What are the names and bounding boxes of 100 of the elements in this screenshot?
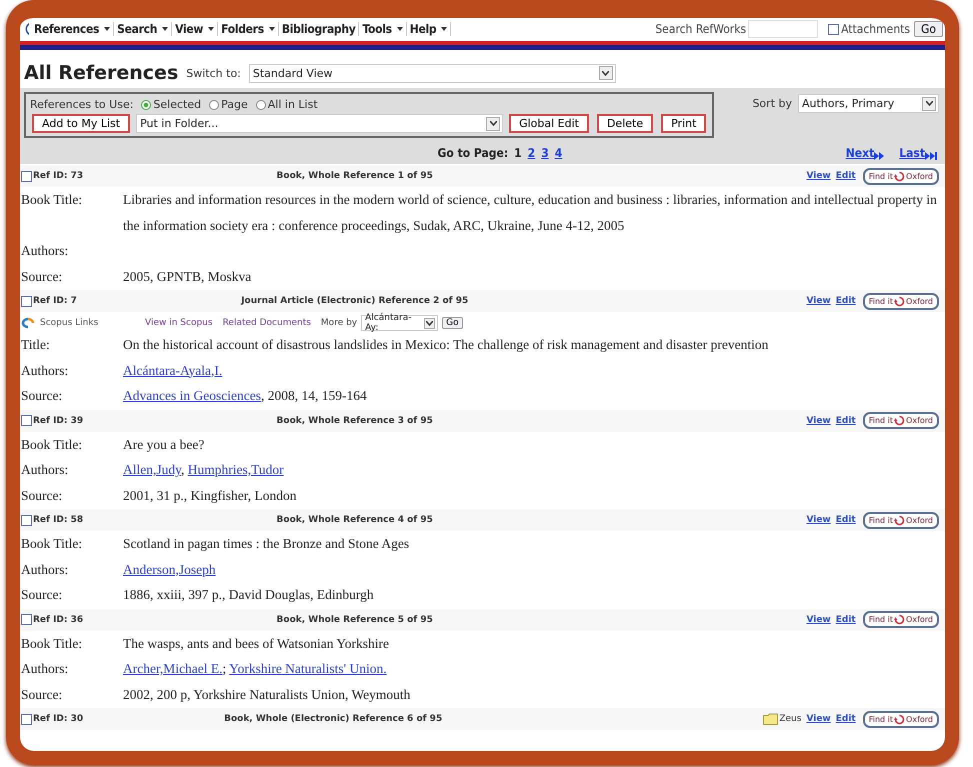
find-it-button[interactable]: Find it Oxford [862,611,939,628]
page-link[interactable]: 2 [528,146,536,160]
scopus-link[interactable]: View in Scopus [145,318,213,328]
reference-type: Book, Whole Reference 1 of 95 [276,171,434,181]
edit-link[interactable]: Edit [836,515,856,525]
field-value: 2002, 200 p, Yorkshire Naturalists Union, Weymouth [123,686,410,702]
dropdown-arrow-icon [104,27,110,31]
ref-id: Ref ID: 30 [33,714,84,724]
reference-type: Book, Whole Reference 4 of 95 [276,515,434,525]
folder-select[interactable]: Put in Folder... [136,114,504,133]
view-link[interactable]: View [806,614,831,624]
add-to-list-button[interactable]: Add to My List [32,114,130,133]
folder-icon [763,713,778,725]
text-link[interactable]: Anderson,Joseph [123,562,216,576]
page-link[interactable]: 1 [514,146,522,160]
checkbox[interactable] [21,415,32,426]
edit-link[interactable]: Edit [836,171,856,181]
switch-label: Switch to: [186,66,241,80]
text-link[interactable]: Archer,Michael E. [123,661,223,676]
find-it-button[interactable]: Find it Oxford [862,412,939,429]
dropdown-arrow-icon [208,27,214,31]
text-link[interactable]: Advances in Geosciences [123,388,261,403]
checkbox[interactable] [21,296,32,306]
view-link[interactable]: View [806,296,831,306]
find-it-button[interactable]: Find it Oxford [862,292,939,310]
field-label: Title: [20,336,51,354]
checkbox-label: Attachments [841,22,910,36]
references-label: References to Use: [30,98,134,111]
radio-label: All in List [268,98,318,111]
action-button[interactable]: Delete [596,114,654,133]
field-value: , [181,462,186,477]
edit-link[interactable]: Edit [836,714,856,724]
circle-arrow-icon [894,714,906,724]
field-value: 2005, GPNTB, Moskva [123,268,252,284]
radio-button[interactable] [209,100,220,110]
field-value: Libraries and information resources in the modern world of science, culture, education and business : libraries, information and intellectual property in the information society era : conference proceedings, Sudak, ARC, Ukraine, June 4-12, 2005 [123,192,937,232]
find-it-button[interactable]: Find it Oxford [862,710,939,728]
reference-type: Book, Whole (Electronic) Reference 6 of 95 [223,714,444,724]
menu-item[interactable]: Search [114,22,172,36]
find-it-button[interactable]: Find it Oxford [862,168,939,184]
ref-id: Ref ID: 7 [33,296,78,306]
field-label: Authors: [20,560,70,578]
scopus-label: Scopus Links [40,318,100,328]
text-link[interactable]: Alcántara-Ayala,I. [123,362,222,378]
checkbox[interactable] [21,714,32,724]
menu-item[interactable]: Bibliography [278,22,360,36]
ref-id: Ref ID: 73 [33,171,84,181]
action-button[interactable]: Global Edit [509,114,589,133]
field-label: Source: [20,268,64,286]
next-icon [874,152,886,160]
radio-button[interactable] [256,100,266,110]
related-link[interactable]: Related Documents [222,318,311,328]
text-link[interactable]: Yorkshire Naturalists' Union. [229,661,387,676]
ref-id: Ref ID: 36 [33,614,84,624]
view-link[interactable]: View [806,416,831,426]
go-button[interactable]: Go [914,21,943,37]
action-button[interactable]: Print [661,114,706,133]
field-label: Source: [20,686,64,704]
dropdown-arrow-icon [396,27,403,31]
field-value: 2001, 31 p., Kingfisher, London [123,488,296,502]
page-link[interactable]: 4 [554,146,562,160]
checkbox[interactable] [21,170,32,182]
view-select[interactable]: Standard View [248,64,616,82]
author-select[interactable]: Alcántara-Ay: [361,315,438,331]
view-link[interactable]: View [806,714,831,724]
field-label: Authors: [20,461,70,479]
more-by-label: More by [320,318,358,328]
checkbox[interactable] [828,24,840,34]
menu-item[interactable]: Folders [218,22,279,36]
field-value: 1886, xxiii, 397 p., David Douglas, Edinburgh [123,587,374,602]
menu-item[interactable]: Tools [359,22,407,36]
checkbox[interactable] [21,514,32,526]
find-it-button[interactable]: Find it Oxford [862,512,939,528]
checkbox[interactable] [21,614,32,625]
text-link[interactable]: Allen,Judy [123,462,181,477]
edit-link[interactable]: Edit [836,614,856,624]
scopus-logo-icon [20,317,36,329]
view-link[interactable]: View [806,515,831,525]
last-link[interactable]: Last [899,146,937,160]
page-link[interactable]: 3 [541,146,549,160]
edit-link[interactable]: Edit [836,416,856,426]
radio-label: Page [221,98,248,111]
view-link[interactable]: View [806,171,831,181]
search-field[interactable] [748,20,818,38]
dropdown-arrow-icon [268,27,275,31]
menu-item[interactable]: References [31,22,114,36]
folder-label: Zeus [779,714,802,724]
edit-link[interactable]: Edit [836,296,856,306]
field-label: Authors: [20,362,70,380]
radio-button[interactable] [141,100,152,110]
field-label: Authors: [20,242,70,260]
reference-type: Journal Article (Electronic) Reference 2 of 95 [240,296,470,306]
field-label: Book Title: [20,535,84,553]
menu-item[interactable]: Help [406,22,452,36]
go-button[interactable]: Go [442,317,463,329]
menu-item[interactable]: View [172,22,218,36]
field-value: On the historical account of disastrous landslides in Mexico: The challenge of risk management and disaster prevention [123,337,768,352]
next-link[interactable]: Next [846,146,886,160]
sort-select[interactable]: Authors, Primary [798,94,939,113]
text-link[interactable]: Humphries,Tudor [188,462,284,477]
